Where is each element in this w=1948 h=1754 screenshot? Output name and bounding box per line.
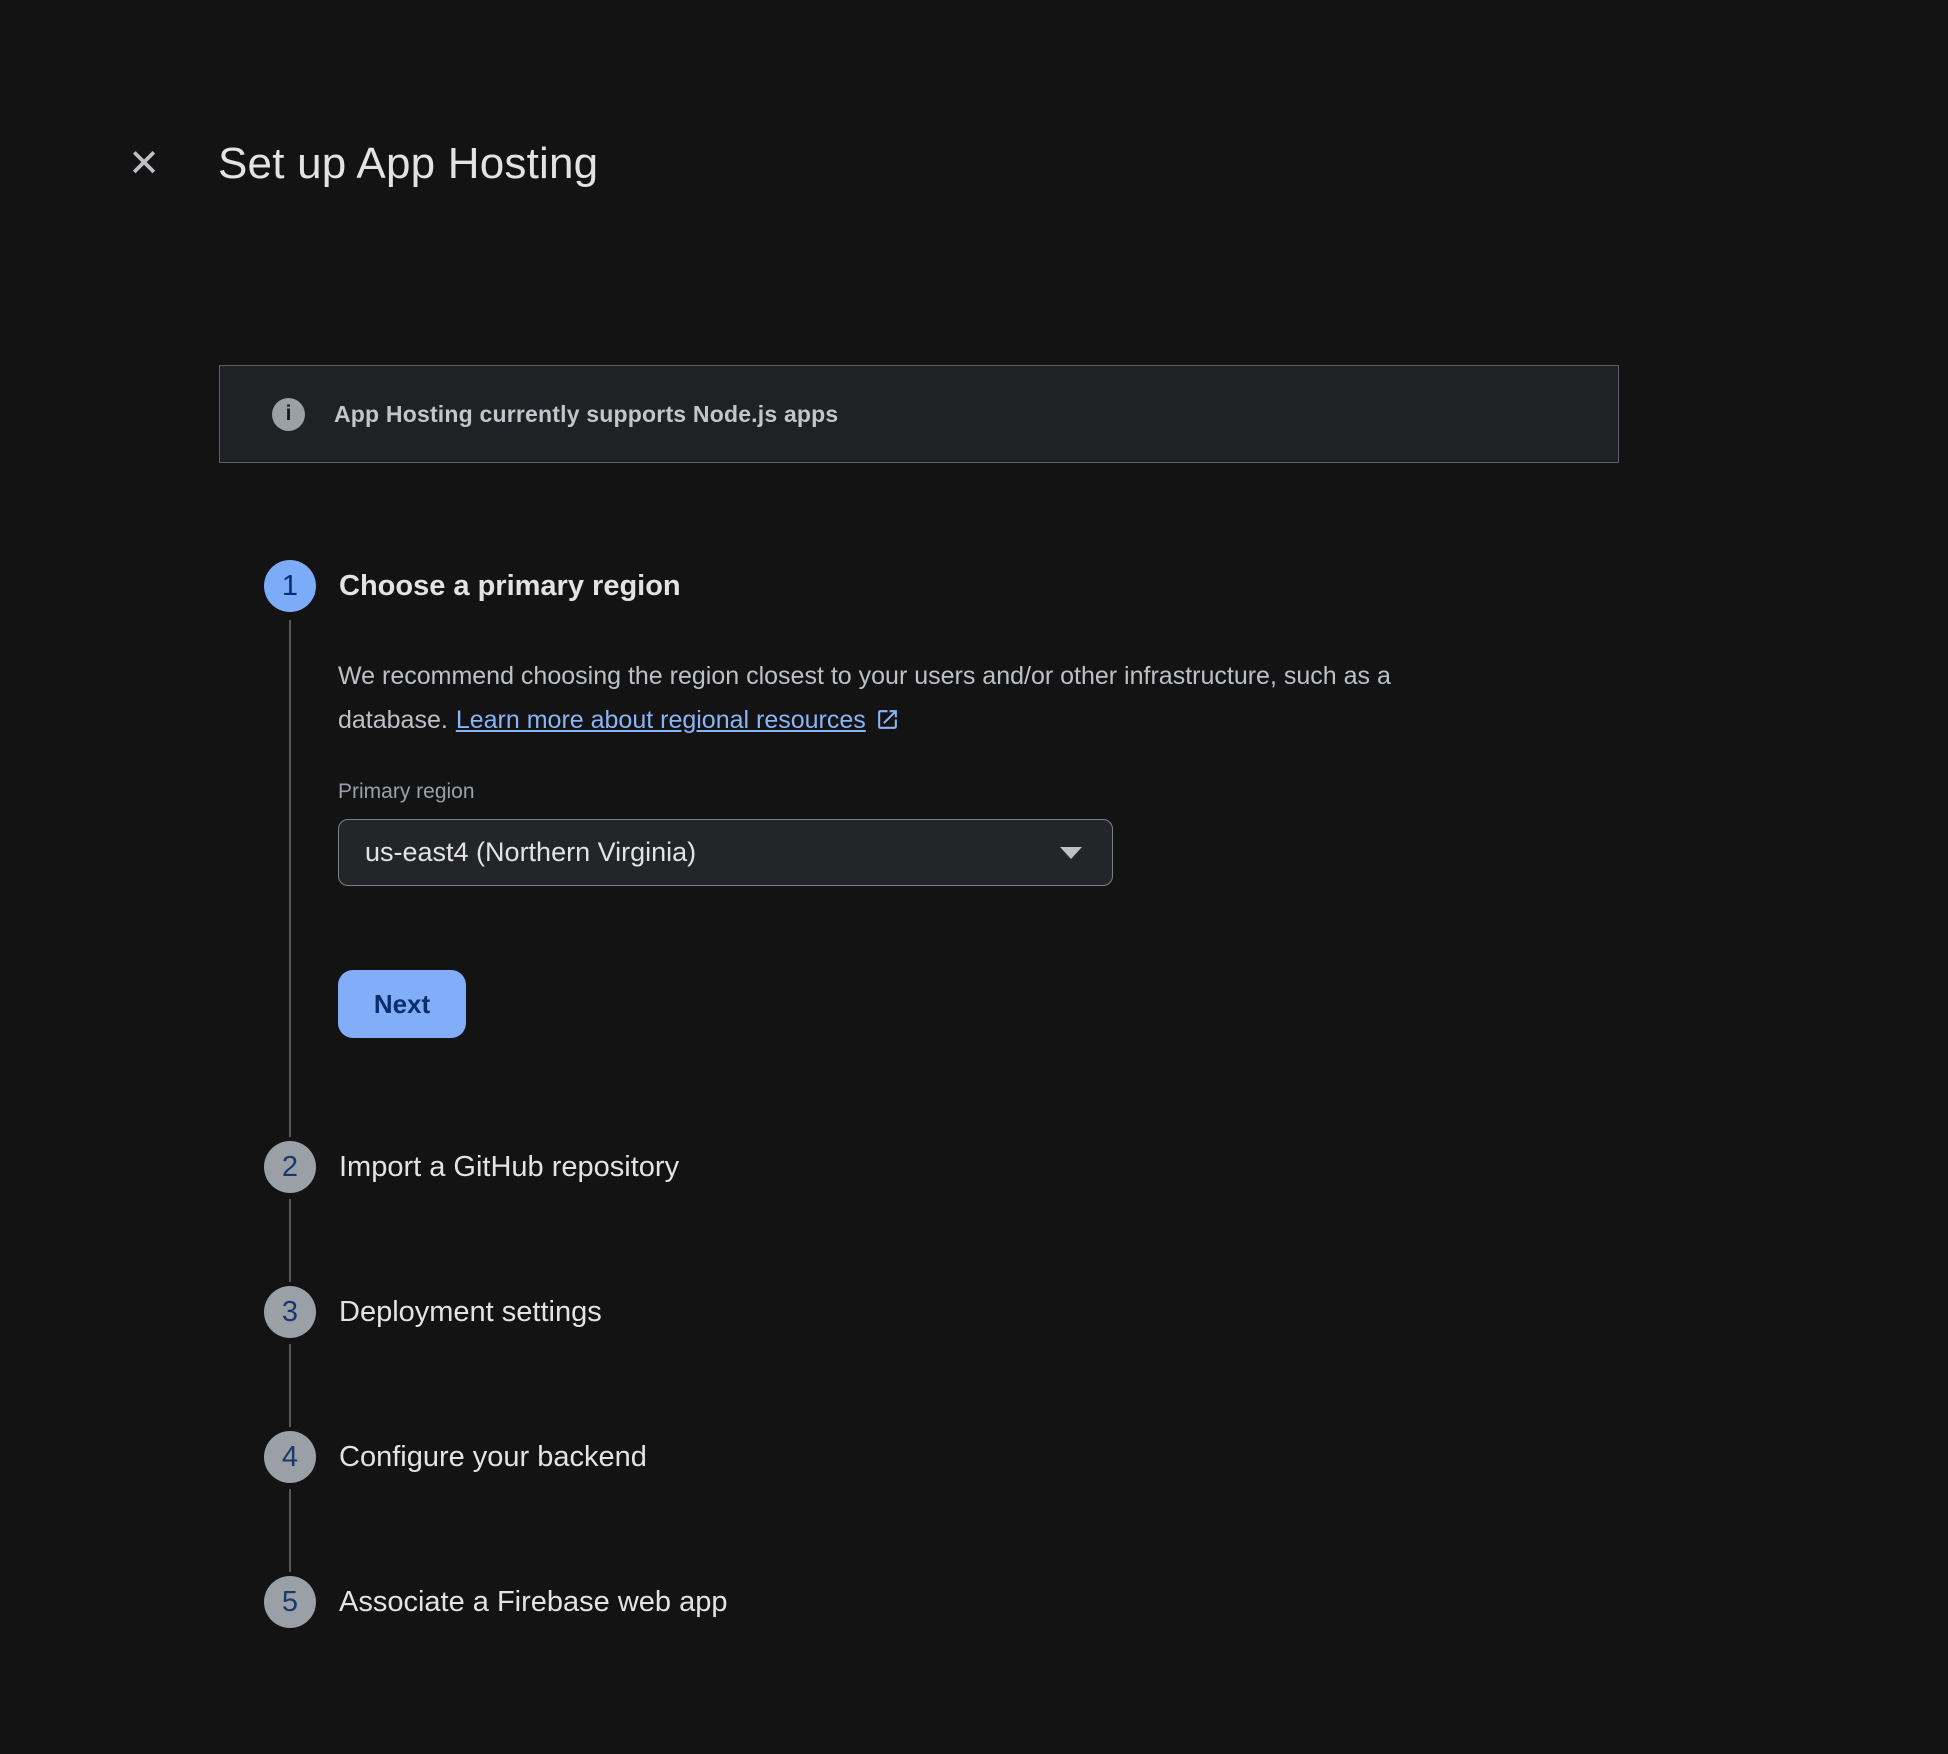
stepper-connector (289, 620, 291, 1137)
stepper-step-1: 1 Choose a primary region (264, 560, 681, 612)
external-link-icon (875, 707, 900, 732)
step-4-label: Configure your backend (339, 1441, 647, 1474)
step-1-label: Choose a primary region (339, 570, 681, 603)
stepper-step-3: 3 Deployment settings (264, 1286, 602, 1338)
step-5-number-badge: 5 (264, 1576, 316, 1628)
stepper-step-4: 4 Configure your backend (264, 1431, 647, 1483)
primary-region-value: us-east4 (Northern Virginia) (365, 837, 696, 868)
step-3-label: Deployment settings (339, 1296, 602, 1329)
step-2-number-badge: 2 (264, 1141, 316, 1193)
info-banner: i App Hosting currently supports Node.js… (219, 365, 1619, 463)
step-1-content: We recommend choosing the region closest… (338, 654, 1588, 1038)
next-button[interactable]: Next (338, 970, 466, 1038)
info-banner-text: App Hosting currently supports Node.js a… (334, 401, 838, 428)
step-3-number-badge: 3 (264, 1286, 316, 1338)
step-1-description: We recommend choosing the region closest… (338, 654, 1588, 742)
close-icon: ✕ (128, 145, 160, 183)
dropdown-arrow-icon (1060, 847, 1082, 859)
step-2-label: Import a GitHub repository (339, 1151, 679, 1184)
page-title: Set up App Hosting (218, 134, 598, 194)
stepper-connector (289, 1199, 291, 1282)
stepper-step-2: 2 Import a GitHub repository (264, 1141, 679, 1193)
setup-app-hosting-dialog: ✕ Set up App Hosting i App Hosting curre… (0, 0, 1948, 1754)
close-button[interactable]: ✕ (116, 136, 172, 192)
primary-region-select[interactable]: us-east4 (Northern Virginia) (338, 819, 1113, 886)
step-1-number-badge: 1 (264, 560, 316, 612)
step-4-number-badge: 4 (264, 1431, 316, 1483)
stepper-connector (289, 1489, 291, 1572)
stepper-step-5: 5 Associate a Firebase web app (264, 1576, 728, 1628)
info-icon: i (272, 398, 305, 431)
step-5-label: Associate a Firebase web app (339, 1586, 728, 1619)
stepper-connector (289, 1344, 291, 1427)
learn-more-link[interactable]: Learn more about regional resources (456, 706, 900, 734)
learn-more-label: Learn more about regional resources (456, 706, 866, 734)
primary-region-label: Primary region (338, 777, 1588, 806)
